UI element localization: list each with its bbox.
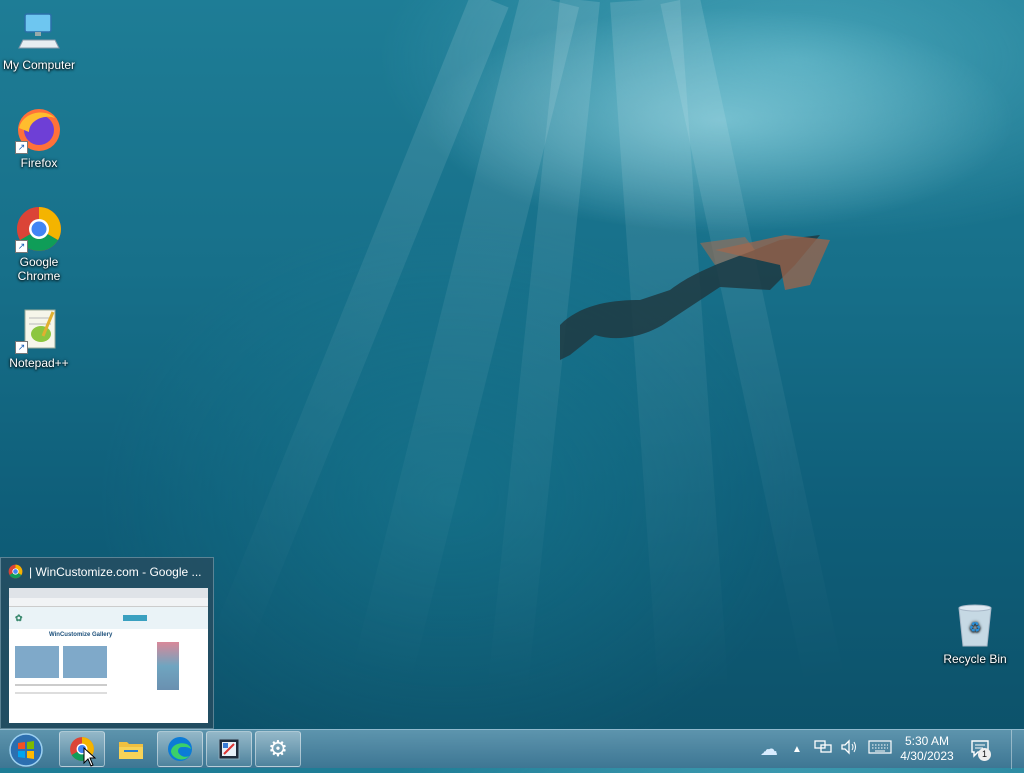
thumb-heading: WinCustomize Gallery: [49, 632, 113, 638]
desktop-icon-my-computer[interactable]: My Computer: [0, 8, 78, 72]
desktop-icon-label: Firefox: [20, 156, 58, 170]
start-button[interactable]: [4, 732, 48, 768]
app-icon: [218, 738, 240, 760]
desktop-icon-label: Recycle Bin: [943, 652, 1007, 666]
mouse-cursor-icon: [83, 747, 97, 767]
desktop-icon-recycle-bin[interactable]: ♻ Recycle Bin: [936, 602, 1014, 666]
taskbar: ⚙ ☁ ▲ 5:30 AM 4/30/2023 1: [0, 729, 1024, 769]
swimmer-wallpaper-figure: [560, 235, 830, 360]
desktop-icon-label: Notepad++: [9, 356, 69, 370]
desktop-icon-google-chrome[interactable]: ↗ Google Chrome: [0, 205, 78, 283]
svg-text:♻: ♻: [969, 620, 982, 636]
keyboard-icon[interactable]: [868, 740, 892, 759]
clock-date: 4/30/2023: [900, 749, 954, 763]
clock-time: 5:30 AM: [904, 734, 950, 748]
system-tray: ☁ ▲: [760, 730, 892, 769]
chrome-icon: ↗: [15, 205, 63, 253]
taskbar-window-preview[interactable]: | WinCustomize.com - Google ... ✿ WinCus…: [0, 557, 214, 729]
taskbar-clock[interactable]: 5:30 AM 4/30/2023: [890, 734, 964, 764]
preview-title-text: | WinCustomize.com - Google ...: [29, 564, 202, 579]
preview-title: | WinCustomize.com - Google ...: [8, 564, 208, 579]
preview-thumbnail: ✿ WinCustomize Gallery: [9, 588, 208, 723]
desktop-icon-firefox[interactable]: ↗ Firefox: [0, 106, 78, 170]
notification-button[interactable]: 1: [970, 738, 992, 761]
desktop-icon-notepadpp[interactable]: ↗ Notepad++: [0, 306, 78, 370]
edge-icon: [168, 737, 192, 761]
taskbar-settings-button[interactable]: ⚙: [255, 731, 301, 767]
taskbar-chrome-button[interactable]: [59, 731, 105, 767]
notepadpp-icon: ↗: [15, 306, 63, 354]
shortcut-arrow-icon: ↗: [15, 240, 28, 253]
folder-icon: [119, 742, 143, 759]
volume-icon[interactable]: [840, 739, 858, 760]
desktop-icon-label: My Computer: [2, 58, 76, 72]
chevron-up-icon[interactable]: ▲: [792, 744, 802, 755]
computer-icon: [15, 8, 63, 56]
desktop-icon-label: Google Chrome: [17, 255, 61, 283]
recycle-bin-icon: ♻: [951, 602, 999, 650]
shortcut-arrow-icon: ↗: [15, 141, 28, 154]
thumb-logo: ✿: [15, 612, 23, 623]
taskbar-file-explorer-button[interactable]: [108, 731, 154, 767]
weather-icon[interactable]: ☁: [760, 739, 778, 760]
network-icon[interactable]: [814, 739, 832, 760]
chrome-icon: [8, 564, 23, 579]
shortcut-arrow-icon: ↗: [15, 341, 28, 354]
show-desktop-button[interactable]: [1011, 730, 1024, 769]
taskbar-edge-button[interactable]: [157, 731, 203, 767]
gear-icon: ⚙: [268, 736, 288, 762]
taskbar-app-button[interactable]: [206, 731, 252, 767]
notification-count-badge: 1: [978, 748, 991, 761]
firefox-icon: ↗: [15, 106, 63, 154]
